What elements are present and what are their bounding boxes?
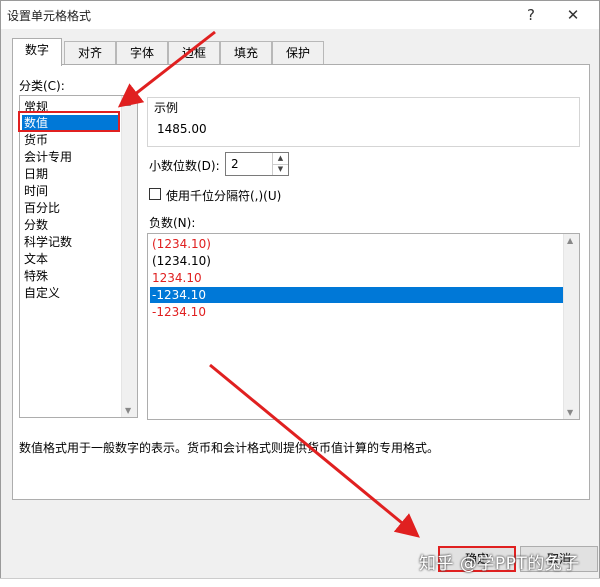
- scroll-down-icon[interactable]: ▼: [125, 406, 131, 415]
- decimal-places-stepper[interactable]: 2 ▲ ▼: [225, 152, 289, 176]
- dialog-title: 设置单元格格式: [7, 9, 92, 23]
- tab-number[interactable]: 数字: [12, 38, 62, 66]
- category-item[interactable]: 货币: [22, 132, 50, 148]
- category-item[interactable]: 日期: [22, 166, 50, 182]
- category-list[interactable]: 常规 数值 货币 会计专用 日期 时间 百分比 分数 科学记数 文本 特殊 自定…: [19, 95, 138, 418]
- stepper-buttons: ▲ ▼: [272, 153, 288, 175]
- watermark: 知乎 @学PPT的兔子: [419, 554, 580, 574]
- category-item[interactable]: 分数: [22, 217, 50, 233]
- close-button[interactable]: ✕: [563, 5, 583, 25]
- sample-group: [147, 97, 580, 147]
- category-scrollbar[interactable]: ▲ ▼: [121, 96, 137, 417]
- sample-value: 1485.00: [157, 122, 207, 136]
- decrement-icon[interactable]: ▼: [273, 164, 288, 175]
- tab-fill[interactable]: 填充: [220, 41, 272, 65]
- negative-format-item[interactable]: (1234.10): [152, 253, 211, 269]
- category-item[interactable]: 自定义: [22, 285, 62, 301]
- category-item[interactable]: 会计专用: [22, 149, 74, 165]
- tab-protection[interactable]: 保护: [272, 41, 324, 65]
- help-button[interactable]: ?: [521, 5, 541, 25]
- category-item[interactable]: 文本: [22, 251, 50, 267]
- tab-border[interactable]: 边框: [168, 41, 220, 65]
- scroll-up-icon[interactable]: ▲: [125, 98, 131, 107]
- thousands-separator-checkbox[interactable]: [149, 188, 161, 200]
- negative-format-item[interactable]: (1234.10): [152, 236, 211, 252]
- category-item[interactable]: 科学记数: [22, 234, 74, 250]
- negative-numbers-label: 负数(N):: [149, 216, 196, 230]
- negative-format-item[interactable]: -1234.10: [152, 304, 206, 320]
- negative-numbers-list[interactable]: (1234.10) (1234.10) 1234.10 -1234.10 -12…: [147, 233, 580, 420]
- tab-font[interactable]: 字体: [116, 41, 168, 65]
- annotation-highlight-box: [18, 111, 120, 132]
- decimal-places-label: 小数位数(D):: [149, 159, 220, 173]
- thousands-separator-label[interactable]: 使用千位分隔符(,)(U): [166, 187, 281, 204]
- sample-label: 示例: [152, 99, 181, 116]
- decimal-places-value[interactable]: 2: [231, 157, 239, 171]
- negative-format-item[interactable]: 1234.10: [152, 270, 202, 286]
- format-cells-dialog: 设置单元格格式 ? ✕ 数字 对齐 字体 边框 填充 保护 分类(C): 常规 …: [0, 0, 600, 586]
- scroll-down-icon[interactable]: ▼: [567, 408, 573, 417]
- category-item[interactable]: 时间: [22, 183, 50, 199]
- scroll-up-icon[interactable]: ▲: [567, 236, 573, 245]
- category-item[interactable]: 百分比: [22, 200, 62, 216]
- title-bar: 设置单元格格式 ? ✕: [1, 1, 599, 29]
- negative-format-item-selected[interactable]: -1234.10: [150, 287, 564, 303]
- tab-alignment[interactable]: 对齐: [64, 41, 116, 65]
- tab-strip: 数字 对齐 字体 边框 填充 保护: [12, 38, 592, 66]
- category-label: 分类(C):: [19, 79, 65, 93]
- format-description: 数值格式用于一般数字的表示。货币和会计格式则提供货币值计算的专用格式。: [19, 441, 440, 455]
- negative-list-scrollbar[interactable]: ▲ ▼: [563, 234, 579, 419]
- category-item[interactable]: 特殊: [22, 268, 50, 284]
